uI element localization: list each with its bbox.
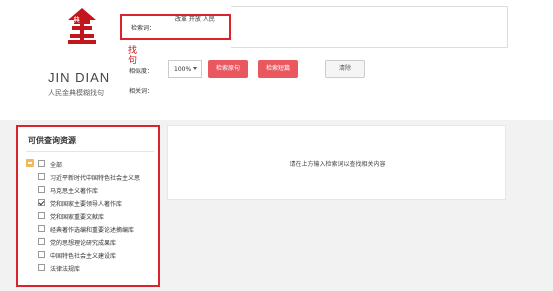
checkbox[interactable] (38, 212, 45, 219)
checkbox[interactable] (38, 238, 45, 245)
checkbox-checked[interactable] (38, 199, 45, 206)
chevron-down-icon (193, 67, 197, 70)
tree-item-label: 党的思想理论研究成果库 (50, 240, 117, 247)
related-label: 相关词： (129, 88, 154, 95)
search-label: 检索词： (131, 25, 156, 32)
tree-item-label: 习近平新时代中国特色社会主义思 (50, 175, 141, 182)
search-input[interactable]: 改革 开放 人民 (175, 6, 508, 48)
jindian-logo-icon: 典 (62, 6, 102, 46)
header: 典 找句 JIN DIAN 人民金典模糊找句 检索词： 改革 开放 人民 相似度… (0, 0, 553, 120)
similarity-select[interactable]: 100% (168, 60, 202, 78)
result-hint: 请在上方输入检索词以查找相关内容 (289, 161, 386, 168)
tree-item-label: 党和国家主要领导人著作库 (50, 201, 123, 208)
checkbox[interactable] (38, 186, 45, 193)
tree-item-label: 党和国家重要文献库 (50, 214, 105, 221)
checkbox[interactable] (38, 225, 45, 232)
collapse-icon[interactable] (26, 159, 34, 167)
svg-text:典: 典 (73, 15, 80, 24)
tree-item-label: 全部 (50, 162, 63, 169)
logo-jindian: JIN DIAN (48, 70, 111, 85)
sidebar-divider (26, 151, 154, 152)
search-panel: 检索词： 改革 开放 人民 相似度： 100% 检索原句 检索短篇 清除 相关词… (120, 6, 508, 95)
similarity-label: 相似度： (129, 68, 154, 75)
resource-sidebar: 可供查询资源 全部 习近平新时代中国特色社会主义思 马克思主义著作库 党和国家主… (16, 125, 160, 287)
tree-item-label: 中国特色社会主义建设库 (50, 253, 117, 260)
search-similar-button[interactable]: 检索短篇 (258, 60, 298, 78)
logo-tagline: 人民金典模糊找句 (48, 89, 104, 97)
clear-button[interactable]: 清除 (325, 60, 365, 78)
similarity-value: 100% (174, 66, 192, 73)
checkbox[interactable] (38, 251, 45, 258)
checkbox[interactable] (38, 264, 45, 271)
tree-item-label: 马克思主义著作库 (50, 188, 99, 195)
search-original-button[interactable]: 检索原句 (208, 60, 248, 78)
checkbox[interactable] (38, 173, 45, 180)
result-panel: 请在上方输入检索词以查找相关内容 (167, 125, 506, 200)
search-value: 改革 开放 人民 (175, 16, 215, 23)
tree-item-label: 经典著作选编和重要论述摘编库 (50, 227, 135, 234)
sidebar-title: 可供查询资源 (28, 136, 76, 145)
tree-item-label: 法律法规库 (50, 266, 81, 273)
checkbox[interactable] (38, 160, 45, 167)
